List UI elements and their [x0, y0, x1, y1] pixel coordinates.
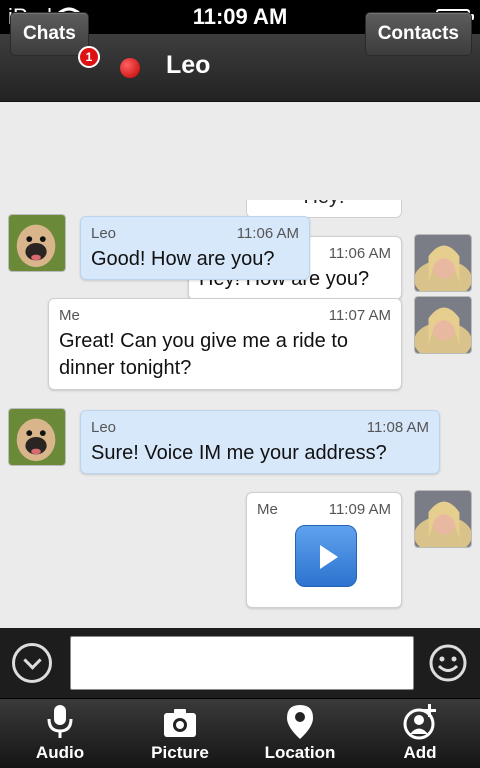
message-time: 11:06 AM: [328, 245, 391, 262]
message-time: 11:09 AM: [328, 501, 391, 518]
tab-audio[interactable]: Audio: [0, 699, 120, 768]
message-text: Great! Can you give me a ride to dinner …: [59, 330, 349, 379]
camera-icon: [164, 709, 196, 737]
tab-location[interactable]: Location: [240, 699, 360, 768]
message-text: Good! How are you?: [91, 248, 275, 270]
chat-title: Leo: [166, 51, 211, 79]
tab-label: Picture: [151, 743, 209, 762]
emoji-icon[interactable]: [428, 643, 468, 683]
message-time: 11:06 AM: [236, 225, 299, 242]
tab-label: Location: [264, 743, 336, 762]
tab-label: Audio: [35, 743, 85, 762]
message-sender: Leo: [91, 419, 117, 436]
my-avatar[interactable]: [414, 296, 472, 354]
tab-add[interactable]: Add: [360, 699, 480, 768]
leo-avatar[interactable]: [8, 408, 66, 466]
message-bubble-leo[interactable]: Leo 11:08 AM Sure! Voice IM me your addre…: [80, 410, 440, 474]
presence-status-icon: [120, 58, 140, 78]
add-contact-icon: [403, 704, 436, 740]
message-sender: Me: [59, 307, 80, 324]
message-input[interactable]: [70, 636, 414, 690]
message-sender: Leo: [91, 225, 117, 242]
compose-bar: [0, 628, 480, 698]
my-avatar[interactable]: [414, 490, 472, 548]
message-bubble-me[interactable]: Me 11:07 AM Great! Can you give me a ride…: [48, 298, 402, 390]
unread-badge: 1: [78, 46, 100, 68]
my-avatar[interactable]: [414, 234, 472, 292]
message-sender: Me: [257, 501, 278, 518]
location-pin-icon: [287, 705, 313, 739]
tab-picture[interactable]: Picture: [120, 699, 240, 768]
tab-label: Add: [403, 743, 437, 762]
leo-avatar[interactable]: [8, 214, 66, 272]
message-time: 11:07 AM: [328, 307, 391, 324]
chevron-down-icon[interactable]: [12, 643, 52, 683]
action-tab-bar: Audio Picture Location Add: [0, 698, 480, 768]
message-time: 11:08 AM: [366, 419, 429, 436]
message-text: Sure! Voice IM me your address?: [91, 442, 387, 464]
play-button[interactable]: [295, 525, 357, 587]
message-bubble-leo[interactable]: Leo 11:06 AM Good! How are you?: [80, 216, 310, 280]
chat-area[interactable]: Hey! Me11:06 AM Hey! How are you? Leo11:…: [0, 102, 480, 628]
contacts-button[interactable]: Contacts: [364, 12, 472, 56]
voice-message-bubble[interactable]: Me 11:09 AM: [246, 492, 402, 608]
microphone-icon: [47, 705, 73, 738]
chats-button[interactable]: Chats: [10, 12, 89, 56]
